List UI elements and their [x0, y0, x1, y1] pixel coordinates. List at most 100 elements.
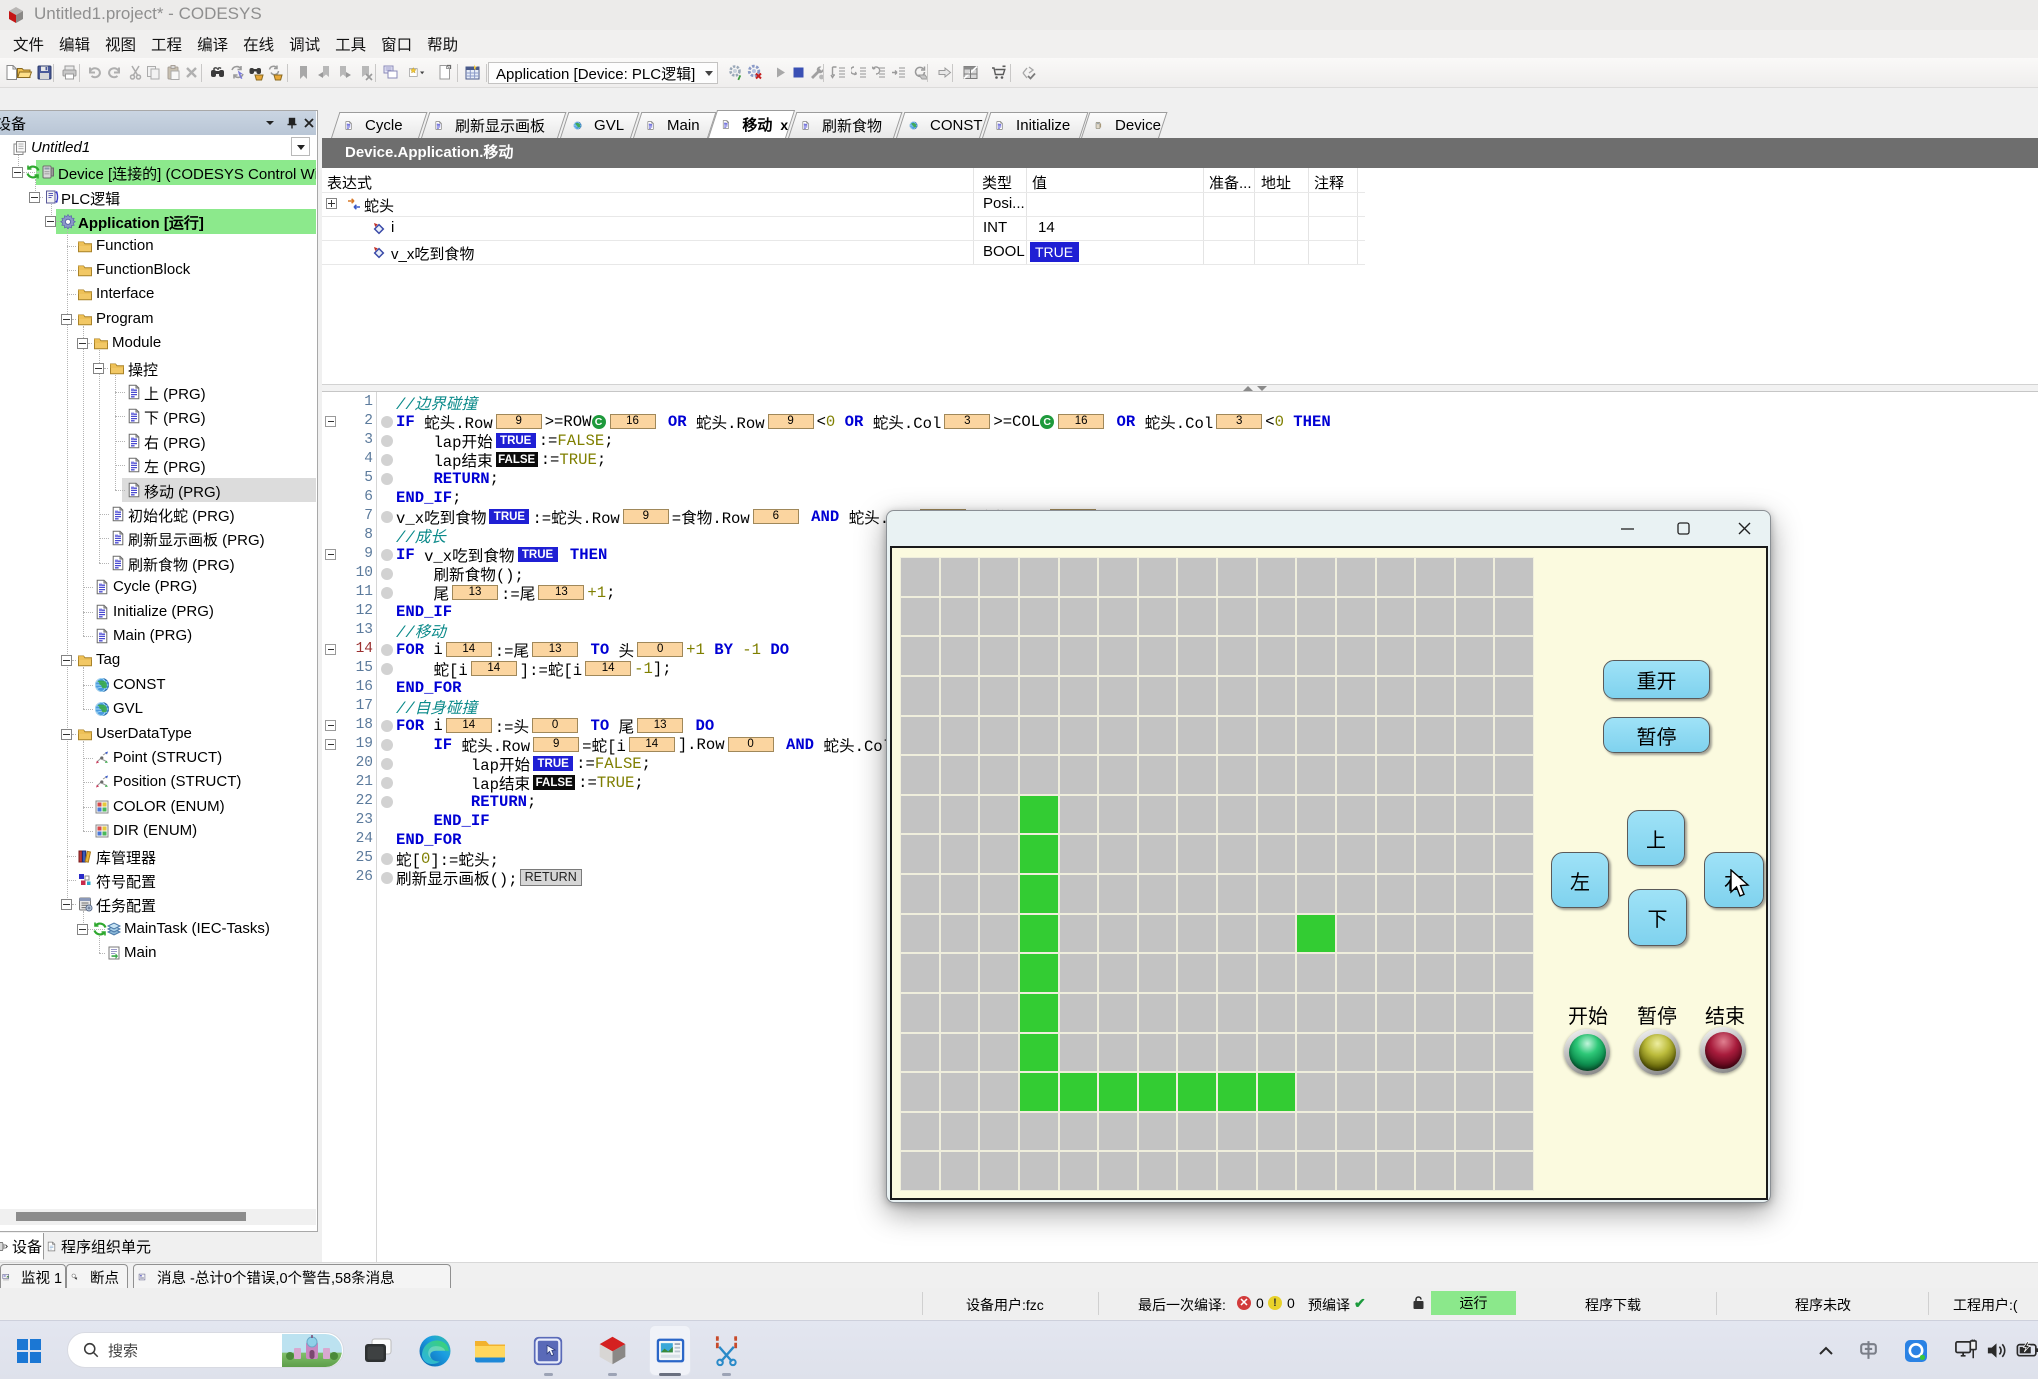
editor-tab-5[interactable]: 移动x: [708, 110, 795, 138]
cut-icon[interactable]: [125, 62, 145, 82]
watch-column-header[interactable]: 地址: [1261, 172, 1291, 193]
bookmark-next-icon[interactable]: [334, 62, 354, 82]
tree-item[interactable]: DIR (ENUM): [0, 819, 316, 843]
watch-expression[interactable]: 蛇头: [364, 195, 394, 216]
tree-item[interactable]: Main: [0, 941, 316, 965]
breakpoint-slot-icon[interactable]: [381, 587, 393, 599]
battery-tray-icon[interactable]: [2016, 1339, 2038, 1363]
tree-item[interactable]: Main (PRG): [0, 624, 316, 648]
editor-tab-8[interactable]: Initialize: [982, 112, 1088, 138]
tree-item[interactable]: 右 (PRG): [0, 429, 316, 453]
down-button[interactable]: 下: [1628, 889, 1687, 946]
replace-objects-icon[interactable]: [265, 62, 285, 82]
menu-item-4[interactable]: 工程: [148, 30, 185, 58]
task-view-button[interactable]: [361, 1334, 395, 1368]
code-line-2[interactable]: 2IF 蛇头.Row9>=ROWC16 OR 蛇头.Row9<0 OR 蛇头.C…: [322, 412, 2038, 431]
watch-expression[interactable]: i: [391, 219, 394, 236]
breakpoint-slot-icon[interactable]: [381, 473, 393, 485]
tree-item[interactable]: UserDataType: [0, 722, 316, 746]
editor-tab-2[interactable]: 刷新显示画板: [421, 112, 566, 138]
code-line-3[interactable]: 3lap开始TRUE:=FALSE;: [322, 431, 2038, 450]
restart-button[interactable]: 重开: [1603, 660, 1710, 699]
tree-item[interactable]: 刷新显示画板 (PRG): [0, 526, 316, 550]
viz-window-titlebar[interactable]: [887, 511, 1770, 546]
breakpoint-slot-icon[interactable]: [381, 416, 393, 428]
breakpoint-slot-icon[interactable]: [381, 663, 393, 675]
pin-icon[interactable]: [285, 116, 299, 130]
find-objects-icon[interactable]: [246, 62, 266, 82]
watch-column-header[interactable]: 类型: [982, 172, 1012, 193]
breakpoint-slot-icon[interactable]: [381, 568, 393, 580]
step-out-icon[interactable]: [868, 62, 888, 82]
goto-icon[interactable]: [934, 62, 954, 82]
bookmark-clear-icon[interactable]: [355, 62, 375, 82]
pause-button[interactable]: 暂停: [1603, 717, 1710, 753]
collapse-icon[interactable]: [45, 216, 56, 227]
tree-hscrollbar-thumb[interactable]: [16, 1212, 246, 1221]
breakpoint-slot-icon[interactable]: [381, 853, 393, 865]
undo-icon[interactable]: [84, 62, 104, 82]
copy-icon[interactable]: [143, 62, 163, 82]
breakpoint-slot-icon[interactable]: [381, 872, 393, 884]
print-icon[interactable]: [59, 62, 79, 82]
editor-tab-9[interactable]: Device: [1081, 112, 1167, 138]
syntax-check-icon[interactable]: [1018, 62, 1038, 82]
ime-tray-icon[interactable]: [1857, 1339, 1880, 1362]
watch-column-header[interactable]: 表达式: [327, 172, 372, 193]
menu-item-5[interactable]: 编译: [194, 30, 231, 58]
menu-item-9[interactable]: 窗口: [378, 30, 415, 58]
active-visualization-app-icon[interactable]: [654, 1334, 687, 1367]
code-line-4[interactable]: 4lap结束FALSE:=TRUE;: [322, 450, 2038, 469]
tree-item[interactable]: Module: [0, 331, 316, 355]
taskbar-search-input[interactable]: 搜索: [67, 1332, 344, 1368]
tree-item[interactable]: 移动 (PRG): [0, 478, 316, 502]
snipping-tool-icon[interactable]: [710, 1334, 743, 1367]
breakpoint-slot-icon[interactable]: [381, 435, 393, 447]
menu-item-1[interactable]: 文件: [10, 30, 47, 58]
delete-icon[interactable]: [181, 62, 201, 82]
up-button[interactable]: 上: [1627, 810, 1685, 866]
code-line-5[interactable]: 5RETURN;: [322, 469, 2038, 488]
code-line-1[interactable]: 1//边界碰撞: [322, 393, 2038, 412]
breakpoint-slot-icon[interactable]: [381, 511, 393, 523]
code-line-6[interactable]: 6END_IF;: [322, 488, 2038, 507]
breakpoint-slot-icon[interactable]: [381, 454, 393, 466]
collapse-icon[interactable]: [77, 338, 88, 349]
tree-item[interactable]: PLC逻辑: [0, 185, 316, 209]
editor-tab-3[interactable]: GVL: [560, 112, 639, 138]
watch-column-header[interactable]: 准备...: [1209, 172, 1252, 193]
tree-item[interactable]: 初始化蛇 (PRG): [0, 502, 316, 526]
menu-item-7[interactable]: 调试: [286, 30, 323, 58]
combo-dropdown-icon[interactable]: [705, 71, 713, 76]
paste-icon[interactable]: [163, 62, 183, 82]
tree-item[interactable]: Application [运行]: [0, 209, 316, 233]
edge-browser-icon[interactable]: [417, 1333, 453, 1369]
breakpoint-slot-icon[interactable]: [381, 758, 393, 770]
tree-item[interactable]: 操控: [0, 356, 316, 380]
tree-item[interactable]: Function: [0, 234, 316, 258]
logout-gear-icon[interactable]: [744, 62, 764, 82]
window-grid-icon[interactable]: [960, 62, 980, 82]
tree-item[interactable]: 库管理器: [0, 844, 316, 868]
qq-tray-icon[interactable]: [1904, 1339, 1928, 1363]
replace-icon[interactable]: [227, 62, 247, 82]
new-object-icon[interactable]: [406, 62, 426, 82]
collapse-icon[interactable]: [61, 729, 72, 740]
copy-special-icon[interactable]: [380, 62, 400, 82]
paste-object-icon[interactable]: [434, 62, 454, 82]
active-application-combo[interactable]: Application [Device: PLC逻辑]: [488, 62, 718, 84]
tree-item[interactable]: COLOR (ENUM): [0, 795, 316, 819]
menu-item-2[interactable]: 编辑: [56, 30, 93, 58]
menu-item-10[interactable]: 帮助: [424, 30, 461, 58]
network-display-tray-icon[interactable]: [1954, 1338, 1979, 1363]
watch-column-header[interactable]: 注释: [1314, 172, 1344, 193]
search-daily-image[interactable]: [282, 1334, 342, 1367]
bookmark-prev-icon[interactable]: [314, 62, 334, 82]
splitter-arrows-icon[interactable]: [1243, 386, 1267, 391]
collapse-icon[interactable]: [29, 192, 40, 203]
collapse-icon[interactable]: [61, 899, 72, 910]
breakpoint-slot-icon[interactable]: [381, 644, 393, 656]
panel-tab-2[interactable]: 程序组织单元: [44, 1233, 158, 1260]
editor-tab-1[interactable]: Cycle: [331, 112, 427, 138]
panel-dropdown-icon[interactable]: [263, 116, 277, 130]
